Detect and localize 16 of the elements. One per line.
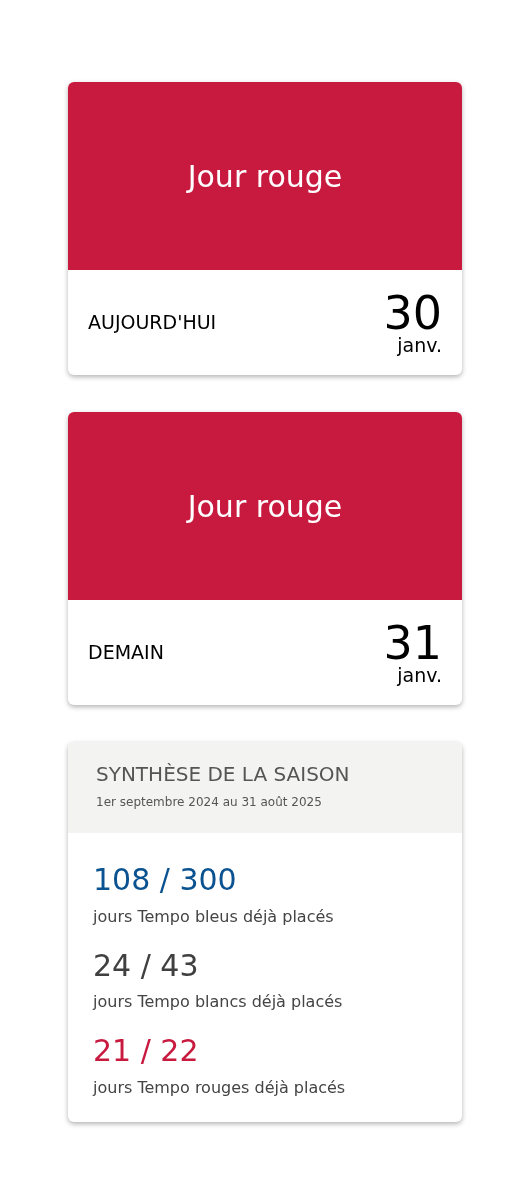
day-label: DEMAIN <box>88 640 164 666</box>
stat-count: 24 / 43 <box>93 946 200 984</box>
day-label: AUJOURD'HUI <box>88 310 217 336</box>
month-label: janv. <box>397 336 442 355</box>
stat-caption: jours Tempo bleus déjà placés <box>93 905 335 928</box>
day-status: Jour rouge <box>187 487 343 526</box>
month-label: janv. <box>397 666 442 685</box>
season-period: 1er septembre 2024 au 31 août 2025 <box>96 794 323 811</box>
stat-caption: jours Tempo rouges déjà placés <box>93 1076 347 1099</box>
stat-count: 108 / 300 <box>93 861 238 899</box>
day-status: Jour rouge <box>187 157 343 196</box>
season-title: SYNTHÈSE DE LA SAISON <box>96 762 351 787</box>
day-number: 30 <box>383 290 442 336</box>
stat-caption: jours Tempo blancs déjà placés <box>93 991 344 1013</box>
day-number: 31 <box>383 620 442 666</box>
stat-count: 21 / 22 <box>93 1032 200 1070</box>
